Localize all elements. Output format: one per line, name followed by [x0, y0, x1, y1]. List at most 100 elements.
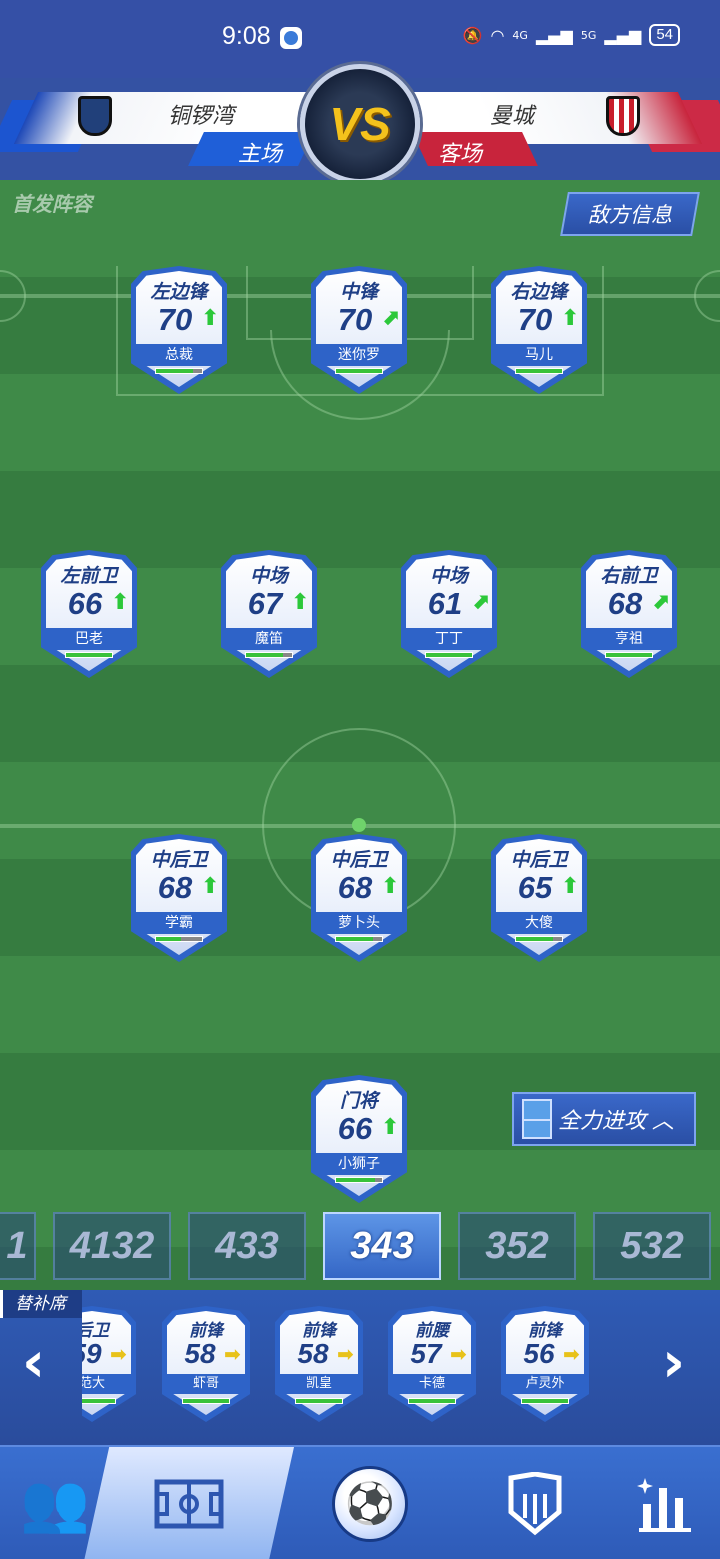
status-icons: 🔕 ◠ 4G ▂▄▆ 5G ▂▄▆ 54 [463, 24, 680, 46]
fitness-bar [182, 1398, 230, 1404]
bell-muted-icon: 🔕 [462, 25, 483, 45]
formation-label: 433 [215, 1224, 279, 1267]
fitness-bar [605, 652, 653, 658]
formation-option[interactable]: 1 [0, 1212, 36, 1280]
bench-player-card[interactable]: 前锋 58 ➡ 凯皇 [275, 1306, 363, 1422]
player-rating: 67 [247, 586, 283, 621]
player-rating: 70 [517, 302, 553, 337]
player-position: 右前卫 [600, 565, 658, 587]
chevron-left-icon[interactable]: ‹ [22, 1335, 45, 1391]
network-4g-label: 4G [512, 28, 528, 42]
player-rating: 58 [297, 1338, 329, 1369]
home-team-name: 铜锣湾 [168, 104, 235, 129]
fitness-fill [246, 653, 283, 657]
formation-option[interactable]: 352 [458, 1212, 576, 1280]
wifi-icon: ◠ [490, 25, 505, 45]
bench-player-card[interactable]: 前腰 57 ➡ 卡德 [388, 1306, 476, 1422]
player-card[interactable]: 左前卫 66 ⬆ 巴老 [41, 550, 137, 678]
app-notification-icon [280, 27, 302, 49]
formation-option[interactable]: 433 [188, 1212, 306, 1280]
nav-match[interactable]: ⚽ [300, 1447, 440, 1559]
fitness-bar [335, 1177, 383, 1183]
fitness-fill [336, 1178, 376, 1182]
bench-player-card[interactable]: 后卫 59 ➡ 范大 [82, 1306, 136, 1422]
pitch: 首发阵容 敌方信息 左边锋 70 ⬆ 总裁 中锋 70 ⬆ 迷你罗 右边锋 70… [0, 180, 720, 1290]
formation-label: 343 [350, 1224, 414, 1267]
trend-flat-icon: ➡ [450, 1342, 467, 1366]
fitness-bar [155, 368, 203, 374]
corner-arc-right [694, 270, 720, 322]
bench-title: 替补席 [0, 1290, 82, 1318]
player-name: 总裁 [136, 344, 222, 366]
formation-option[interactable]: 4132 [53, 1212, 171, 1280]
player-card[interactable]: 中后卫 68 ⬆ 萝卜头 [311, 834, 407, 962]
fitness-bar [335, 368, 383, 374]
player-rating: 57 [410, 1338, 442, 1369]
formation-label: 352 [485, 1224, 549, 1267]
bench-player-card[interactable]: 前锋 58 ➡ 虾哥 [162, 1306, 250, 1422]
formation-label: 532 [620, 1224, 684, 1267]
fitness-bar [245, 652, 293, 658]
player-card[interactable]: 中场 61 ⬆ 丁丁 [401, 550, 497, 678]
player-rating: 58 [184, 1338, 216, 1369]
nav-lineup[interactable] [84, 1447, 294, 1559]
player-name: 丁丁 [406, 628, 492, 650]
player-position: 门将 [339, 1090, 378, 1112]
player-card[interactable]: 中后卫 65 ⬆ 大傻 [491, 834, 587, 962]
bottom-nav: 👥 ⚽ [0, 1445, 720, 1559]
chevron-right-icon[interactable]: › [662, 1335, 685, 1391]
player-card[interactable]: 中后卫 68 ⬆ 学霸 [131, 834, 227, 962]
fitness-fill [296, 1399, 342, 1403]
trend-up-icon: ⬆ [111, 590, 130, 615]
club-crest-icon [508, 1472, 562, 1536]
player-card[interactable]: 左边锋 70 ⬆ 总裁 [131, 266, 227, 394]
soccer-ball-icon: ⚽ [332, 1466, 408, 1542]
player-rating: 56 [523, 1338, 555, 1369]
player-card[interactable]: 右前卫 68 ⬆ 亨祖 [581, 550, 677, 678]
away-team-name: 曼城 [490, 104, 535, 129]
formation-label: 4132 [69, 1224, 155, 1267]
fitness-bar [515, 368, 563, 374]
player-position: 中锋 [339, 281, 378, 303]
nav-club[interactable] [470, 1447, 600, 1559]
player-position: 中场 [249, 565, 288, 587]
player-rating: 70 [157, 302, 193, 337]
fitness-bar [408, 1398, 456, 1404]
player-position: 中后卫 [510, 849, 568, 871]
player-rating: 66 [337, 1111, 373, 1146]
player-name: 迷你罗 [316, 344, 402, 366]
vs-badge: VS [300, 64, 420, 184]
fitness-fill [66, 653, 112, 657]
home-label: 主场 [238, 142, 283, 167]
player-card[interactable]: 中场 67 ⬆ 魔笛 [221, 550, 317, 678]
player-name: 大傻 [496, 912, 582, 934]
formation-option-selected[interactable]: 343 [323, 1212, 441, 1280]
fitness-fill [409, 1399, 455, 1403]
nav-stats[interactable] [610, 1447, 720, 1559]
tactic-button[interactable]: 全力进攻 ︿ [512, 1092, 696, 1146]
player-card[interactable]: 右边锋 70 ⬆ 马儿 [491, 266, 587, 394]
formation-option[interactable]: 532 [593, 1212, 711, 1280]
enemy-info-button[interactable]: 敌方信息 [560, 192, 700, 236]
fitness-bar [65, 652, 113, 658]
center-spot [352, 818, 366, 832]
trend-flat-icon: ➡ [563, 1342, 580, 1366]
fitness-fill [336, 937, 373, 941]
formation-selector: 1 4132 433 343 352 532 [0, 1210, 720, 1282]
status-time: 9:08 [222, 22, 271, 50]
signal-icon: ▂▄▆ [535, 25, 573, 45]
player-card-goalkeeper[interactable]: 门将 66 ⬆ 小狮子 [311, 1075, 407, 1203]
player-card[interactable]: 中锋 70 ⬆ 迷你罗 [311, 266, 407, 394]
fitness-fill [183, 1399, 229, 1403]
fitness-fill [426, 653, 472, 657]
stats-icon [637, 1478, 691, 1532]
trend-up-icon: ⬆ [381, 874, 400, 899]
player-name: 范大 [82, 1374, 131, 1394]
away-crest-icon[interactable] [606, 96, 640, 136]
player-name: 马儿 [496, 344, 582, 366]
home-crest-icon[interactable] [78, 96, 112, 136]
player-name: 魔笛 [226, 628, 312, 650]
fitness-fill [606, 653, 652, 657]
trend-flat-icon: ➡ [110, 1342, 127, 1366]
bench-player-card[interactable]: 前锋 56 ➡ 卢灵外 [501, 1306, 589, 1422]
